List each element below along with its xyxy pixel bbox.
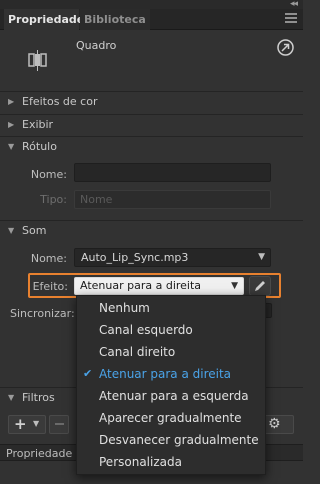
chevron-down-icon: ▼ bbox=[258, 252, 265, 262]
effect-option[interactable]: Atenuar para a esquerda bbox=[77, 385, 265, 407]
go-to-object-icon[interactable] bbox=[276, 38, 295, 57]
section-label[interactable]: ▼ Rótulo bbox=[0, 136, 303, 158]
add-filter-button[interactable]: + ▼ bbox=[8, 415, 46, 434]
effect-option-label: Atenuar para a direita bbox=[99, 367, 232, 381]
expand-arrow-icon: ▶ bbox=[8, 97, 15, 106]
frame-symbol-icon bbox=[26, 50, 50, 72]
section-display[interactable]: ▶ Exibir bbox=[0, 114, 303, 136]
edit-envelope-button[interactable] bbox=[249, 276, 271, 296]
section-title: Exibir bbox=[22, 118, 54, 131]
effect-option[interactable]: Nenhum bbox=[77, 297, 265, 319]
label-name-label: Nome: bbox=[30, 168, 67, 181]
effect-option-selected[interactable]: ✔ Atenuar para a direita bbox=[77, 363, 265, 385]
effect-option[interactable]: Desvanecer gradualmente bbox=[77, 429, 265, 451]
collapse-arrow-icon: ▼ bbox=[8, 226, 15, 235]
gear-icon: ⚙ bbox=[268, 416, 281, 432]
sound-name-select[interactable]: Auto_Lip_Sync.mp3 ▼ bbox=[74, 248, 271, 267]
effect-option[interactable]: Canal direito bbox=[77, 341, 265, 363]
collapse-arrow-icon: ▼ bbox=[8, 142, 15, 151]
section-title: Efeitos de cor bbox=[22, 95, 98, 108]
effect-select[interactable]: Atenuar para a direita ▼ bbox=[74, 277, 244, 295]
section-sound[interactable]: ▼ Som bbox=[0, 220, 303, 242]
sound-name-label: Nome: bbox=[30, 252, 67, 265]
label-type-value: Nome bbox=[80, 193, 113, 206]
label-type-select: Nome bbox=[74, 190, 271, 209]
object-name: Quadro bbox=[76, 39, 117, 52]
collapse-panel-icon[interactable]: ◂◂ bbox=[290, 0, 298, 9]
remove-filter-button[interactable] bbox=[49, 415, 69, 434]
tab-propriedades[interactable]: Propriedades bbox=[4, 9, 91, 30]
minus-icon bbox=[55, 423, 64, 425]
effect-option[interactable]: Canal esquerdo bbox=[77, 319, 265, 341]
effect-dropdown-list: Nenhum Canal esquerdo Canal direito ✔ At… bbox=[76, 295, 266, 475]
panel-tab-bar: Propriedades Biblioteca bbox=[0, 9, 303, 30]
label-type-label: Tipo: bbox=[40, 193, 67, 206]
section-title: Filtros bbox=[22, 391, 55, 404]
section-color-effects[interactable]: ▶ Efeitos de cor bbox=[0, 91, 303, 113]
column-header-property: Propriedade bbox=[6, 447, 73, 460]
tab-biblioteca[interactable]: Biblioteca bbox=[80, 9, 150, 30]
section-title: Rótulo bbox=[22, 140, 57, 153]
effect-option[interactable]: Personalizada bbox=[77, 451, 265, 473]
panel-drag-strip[interactable] bbox=[0, 0, 303, 9]
collapse-arrow-icon: ▼ bbox=[8, 393, 15, 402]
effect-label: Efeito: bbox=[32, 280, 68, 293]
effect-option[interactable]: Aparecer gradualmente bbox=[77, 407, 265, 429]
effect-value: Atenuar para a direita bbox=[80, 279, 202, 292]
filter-settings-button[interactable]: ⚙ bbox=[264, 415, 294, 434]
plus-icon: + bbox=[14, 415, 27, 433]
section-title: Som bbox=[22, 224, 47, 237]
label-name-input[interactable] bbox=[74, 163, 271, 182]
panel-menu-icon[interactable] bbox=[285, 13, 297, 24]
checkmark-icon: ✔ bbox=[83, 367, 93, 380]
expand-arrow-icon: ▶ bbox=[8, 120, 15, 129]
sync-label: Sincronizar: bbox=[10, 307, 75, 320]
sound-name-value: Auto_Lip_Sync.mp3 bbox=[81, 251, 189, 264]
chevron-down-icon: ▼ bbox=[231, 281, 238, 291]
chevron-down-icon: ▼ bbox=[33, 419, 40, 428]
pencil-icon bbox=[255, 281, 265, 291]
